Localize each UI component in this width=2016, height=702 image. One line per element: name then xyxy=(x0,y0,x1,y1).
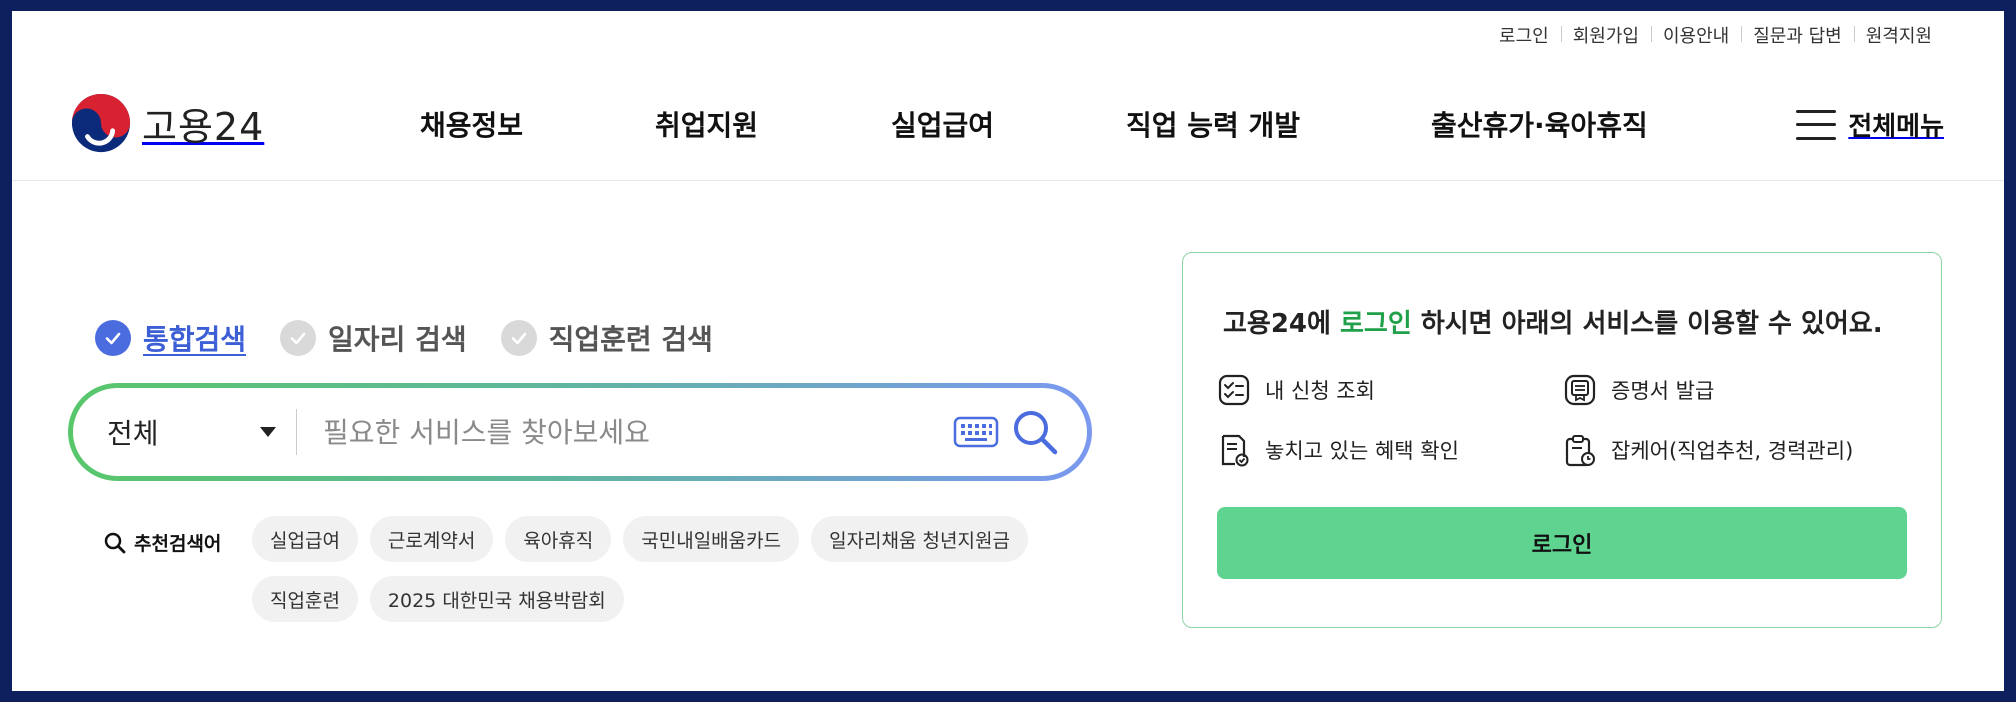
service-jobcare: 잡케어(직업추천, 경력관리) xyxy=(1563,433,1853,467)
virtual-keyboard-icon[interactable] xyxy=(953,416,999,448)
hamburger-icon xyxy=(1796,109,1837,140)
all-menu-button[interactable]: 전체메뉴 xyxy=(1796,106,1944,143)
keyword-chip[interactable]: 2025 대한민국 채용박람회 xyxy=(369,576,624,622)
tab-label: 통합검색 xyxy=(143,323,247,356)
check-icon xyxy=(95,320,131,356)
nav-item-parental-leave[interactable]: 출산휴가·육아휴직 xyxy=(1431,104,1648,144)
recommend-label-text: 추천검색어 xyxy=(134,533,222,555)
certificate-icon xyxy=(1564,374,1596,406)
service-label: 내 신청 조회 xyxy=(1265,379,1375,403)
header-divider xyxy=(12,180,2004,181)
search-inner: 전체 xyxy=(73,388,1087,476)
service-my-applications: 내 신청 조회 xyxy=(1217,373,1375,407)
login-highlight: 로그인 xyxy=(1340,309,1412,339)
recommend-keywords-label: 추천검색어 xyxy=(104,529,221,556)
util-qna-link[interactable]: 질문과 답변 xyxy=(1741,22,1854,48)
nav-item-jobs[interactable]: 채용정보 xyxy=(420,104,523,144)
check-icon xyxy=(280,320,317,356)
site-logo[interactable]: 고용24 xyxy=(70,92,264,154)
all-menu-label: 전체메뉴 xyxy=(1848,112,1944,142)
service-benefit-check: 놓치고 있는 혜택 확인 xyxy=(1217,433,1459,467)
category-select[interactable]: 전체 xyxy=(107,409,297,455)
util-guide-link[interactable]: 이용안내 xyxy=(1650,22,1741,48)
keyword-chip-list: 실업급여 근로계약서 육아휴직 국민내일배움카드 일자리채움 청년지원금 직업훈… xyxy=(252,516,1072,622)
search-icon[interactable] xyxy=(1011,408,1059,456)
keyword-chip[interactable]: 일자리채움 청년지원금 xyxy=(811,516,1028,562)
logo-text: 고용24 xyxy=(142,104,265,149)
nav-item-employment-support[interactable]: 취업지원 xyxy=(655,104,758,144)
checklist-icon xyxy=(1218,374,1250,406)
check-icon xyxy=(500,320,537,356)
login-panel: 고용24에 로그인 하시면 아래의 서비스를 이용할 수 있어요. 내 신청 조… xyxy=(1182,252,1942,628)
keyword-chip[interactable]: 육아휴직 xyxy=(505,516,612,562)
service-certificate: 증명서 발급 xyxy=(1563,373,1714,407)
search-icon xyxy=(104,532,126,553)
search-input[interactable] xyxy=(323,415,953,449)
login-panel-title: 고용24에 로그인 하시면 아래의 서비스를 이용할 수 있어요. xyxy=(1223,309,1883,339)
keyword-chip[interactable]: 국민내일배움카드 xyxy=(623,516,800,562)
caret-down-icon xyxy=(260,427,276,437)
search-bar: 전체 xyxy=(68,383,1092,481)
benefit-document-icon xyxy=(1221,434,1249,467)
nav-item-vocational-training[interactable]: 직업 능력 개발 xyxy=(1126,104,1300,144)
util-signup-link[interactable]: 회원가입 xyxy=(1560,22,1651,48)
nav-item-unemployment-benefit[interactable]: 실업급여 xyxy=(891,104,994,144)
clipboard-clock-icon xyxy=(1565,435,1595,467)
taegeuk-logo-icon xyxy=(71,93,131,153)
keyword-chip[interactable]: 근로계약서 xyxy=(369,516,494,562)
tab-training-search[interactable]: 직업훈련 검색 xyxy=(500,318,713,358)
util-login-link[interactable]: 로그인 xyxy=(1487,22,1561,48)
tab-integrated-search[interactable]: 통합검색 xyxy=(95,318,246,358)
utility-nav: 로그인 회원가입 이용안내 질문과 답변 원격지원 xyxy=(1487,22,1944,48)
tab-job-search[interactable]: 일자리 검색 xyxy=(280,318,467,358)
login-button[interactable]: 로그인 xyxy=(1217,507,1907,579)
service-label: 놓치고 있는 혜택 확인 xyxy=(1265,439,1459,463)
keyword-chip[interactable]: 직업훈련 xyxy=(252,576,358,622)
keyword-chip[interactable]: 실업급여 xyxy=(252,516,358,562)
tab-label: 직업훈련 검색 xyxy=(548,323,713,356)
service-label: 증명서 발급 xyxy=(1611,379,1715,403)
tab-label: 일자리 검색 xyxy=(328,323,467,356)
util-remote-support-link[interactable]: 원격지원 xyxy=(1853,22,1944,48)
service-label: 잡케어(직업추천, 경력관리) xyxy=(1611,439,1854,463)
category-selected-value: 전체 xyxy=(107,417,159,450)
search-tabs: 통합검색 일자리 검색 직업훈련 검색 xyxy=(95,318,747,358)
